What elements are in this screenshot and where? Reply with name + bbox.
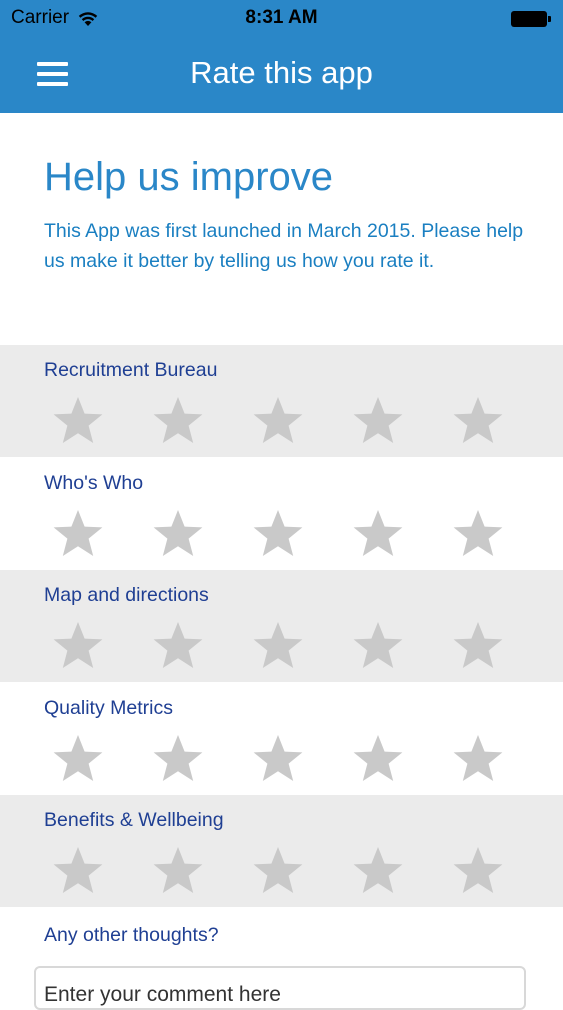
star-icon[interactable]: [50, 618, 106, 674]
rating-row: Who's Who: [0, 458, 563, 570]
star-icon[interactable]: [250, 731, 306, 787]
star-icon[interactable]: [150, 731, 206, 787]
star-icon[interactable]: [150, 843, 206, 899]
star-icon[interactable]: [350, 393, 406, 449]
battery-icon: [511, 11, 551, 27]
star-icon[interactable]: [450, 843, 506, 899]
rating-row: Benefits & Wellbeing: [0, 795, 563, 907]
status-bar: Carrier 8:31 AM: [0, 0, 563, 38]
page-title: Rate this app: [190, 55, 373, 90]
rating-label: Quality Metrics: [44, 696, 173, 719]
star-icon[interactable]: [150, 618, 206, 674]
comment-placeholder: Enter your comment here: [44, 983, 281, 1006]
intro-text: This App was first launched in March 201…: [44, 220, 524, 272]
star-icon[interactable]: [350, 618, 406, 674]
comments-label: Any other thoughts?: [44, 924, 219, 946]
rating-label: Recruitment Bureau: [44, 359, 218, 381]
comment-input[interactable]: Enter your comment here: [34, 966, 526, 1010]
star-icon[interactable]: [150, 506, 206, 562]
star-icon[interactable]: [250, 843, 306, 899]
star-icon[interactable]: [50, 843, 106, 899]
rating-label: Who's Who: [44, 471, 144, 494]
rating-row: Quality Metrics: [0, 683, 563, 795]
rating-label: Map and directions: [44, 584, 209, 606]
rating-label: Benefits & Wellbeing: [44, 809, 224, 831]
star-icon[interactable]: [250, 506, 306, 562]
star-icon[interactable]: [50, 731, 106, 787]
intro-section: Help us improve This App was first launc…: [44, 152, 524, 276]
star-icon[interactable]: [450, 731, 506, 787]
star-icon[interactable]: [350, 731, 406, 787]
star-icon[interactable]: [250, 618, 306, 674]
app-header: Carrier 8:31 AM Rate this app: [0, 0, 563, 113]
star-icon[interactable]: [50, 393, 106, 449]
star-icon[interactable]: [450, 506, 506, 562]
star-icon[interactable]: [150, 393, 206, 449]
status-time: 8:31 AM: [245, 7, 318, 28]
star-icon[interactable]: [450, 618, 506, 674]
rating-row: Recruitment Bureau: [0, 345, 563, 457]
rating-row: Map and directions: [0, 570, 563, 682]
star-icon[interactable]: [350, 843, 406, 899]
intro-heading: Help us improve: [44, 155, 334, 199]
star-icon[interactable]: [50, 506, 106, 562]
star-icon[interactable]: [350, 506, 406, 562]
navigation-bar: Rate this app: [0, 38, 563, 113]
star-icon[interactable]: [250, 393, 306, 449]
star-icon[interactable]: [450, 393, 506, 449]
